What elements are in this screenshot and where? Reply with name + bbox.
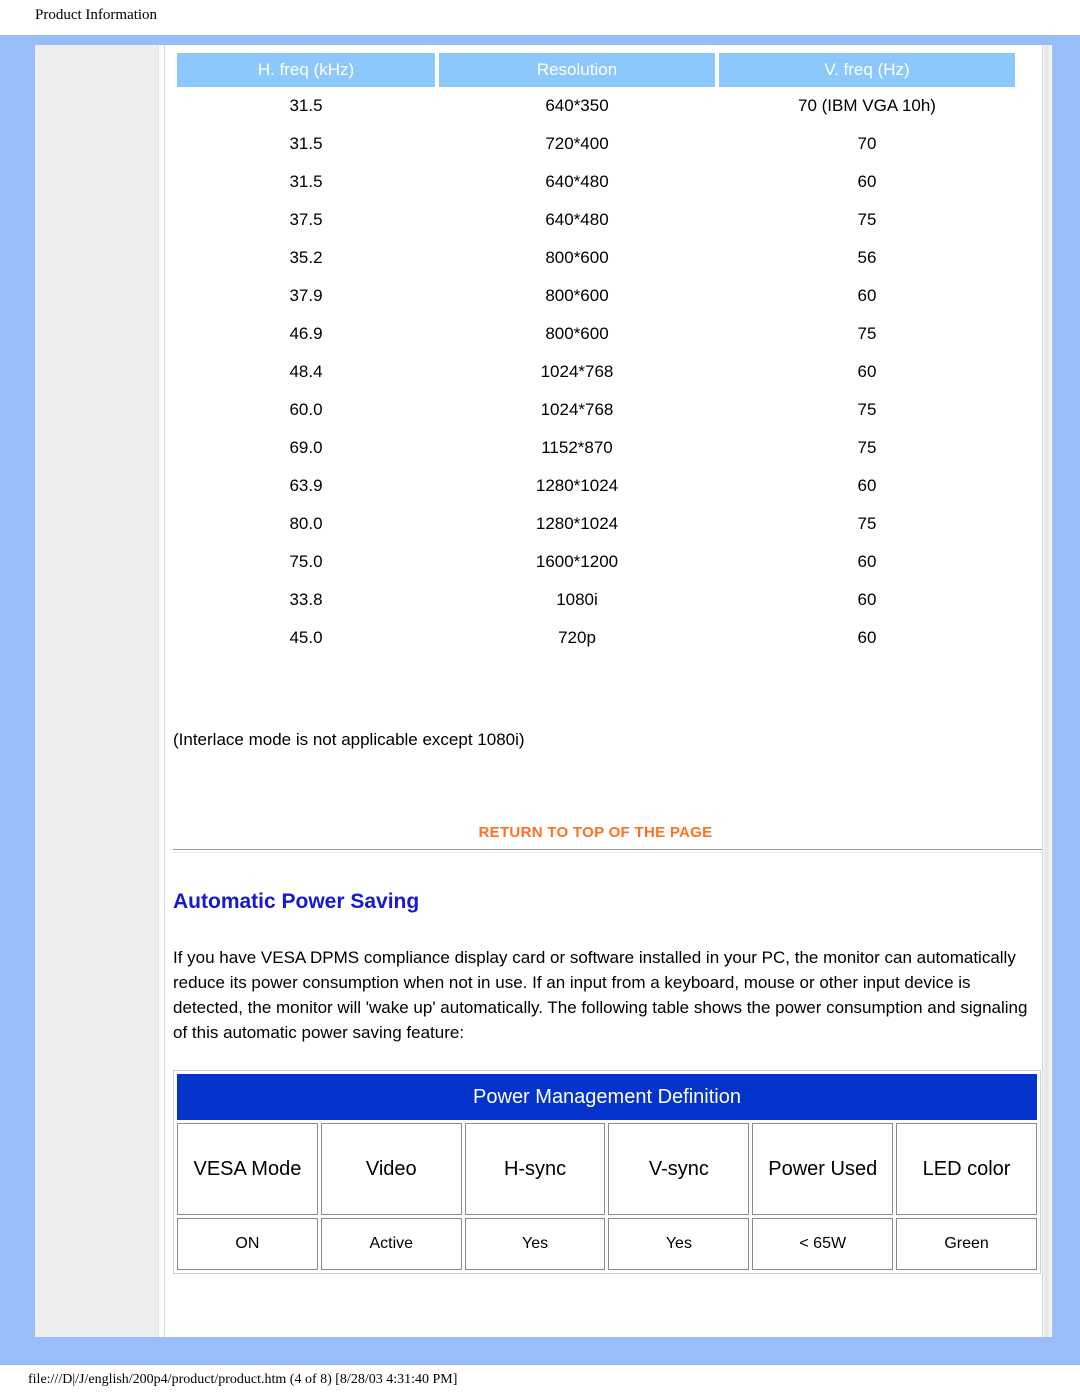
cell-h-freq: 45.0 bbox=[289, 628, 323, 647]
left-navigation-column[interactable] bbox=[35, 45, 158, 1337]
cell-resolution: 800*600 bbox=[545, 324, 609, 343]
page-title: Automatic Power Saving bbox=[173, 890, 420, 913]
pm-cell-power-used: < 65W bbox=[752, 1218, 894, 1270]
table-header-row: H. freq (kHz) Resolution V. freq (Hz) bbox=[177, 53, 1015, 87]
cell-resolution: 640*350 bbox=[545, 96, 609, 115]
cell-resolution: 1280*1024 bbox=[535, 514, 619, 533]
content-pane: H. freq (kHz) Resolution V. freq (Hz) 31… bbox=[165, 45, 1042, 1337]
power-saving-description: If you have VESA DPMS compliance display… bbox=[173, 948, 1028, 1042]
table-row: 80.0 1280*1024 75 bbox=[177, 505, 1015, 543]
nav-content-divider bbox=[158, 45, 165, 1337]
cell-v-freq: 60 bbox=[857, 172, 877, 191]
cell-resolution: 720p bbox=[558, 628, 596, 647]
section-divider bbox=[173, 849, 1042, 853]
column-header-v-freq: V. freq (Hz) bbox=[719, 53, 1015, 87]
table-row: 37.5 640*480 75 bbox=[177, 201, 1015, 239]
timing-table-body: 31.5 640*350 70 (IBM VGA 10h) 31.5 720*4… bbox=[177, 87, 1015, 657]
table-row: 31.5 640*480 60 bbox=[177, 163, 1015, 201]
cell-h-freq: 80.0 bbox=[289, 514, 323, 533]
cell-h-freq: 63.9 bbox=[289, 476, 323, 495]
cell-v-freq: 75 bbox=[857, 438, 877, 457]
pm-cell-v-sync: Yes bbox=[608, 1218, 750, 1270]
table-row: 31.5 720*400 70 bbox=[177, 125, 1015, 163]
cell-v-freq: 60 bbox=[857, 590, 877, 609]
pm-column-header-v-sync: V-sync bbox=[608, 1123, 750, 1215]
document-title: Product Information bbox=[35, 7, 158, 23]
pm-cell-led-color: Green bbox=[896, 1218, 1037, 1270]
cell-v-freq: 60 bbox=[857, 362, 877, 381]
table-row: 37.9 800*600 60 bbox=[177, 277, 1015, 315]
table-row: 31.5 640*350 70 (IBM VGA 10h) bbox=[177, 87, 1015, 125]
cell-h-freq: 31.5 bbox=[289, 172, 323, 191]
table-row: 60.0 1024*768 75 bbox=[177, 391, 1015, 429]
pm-column-header-h-sync: H-sync bbox=[464, 1123, 606, 1215]
pm-cell-video: Active bbox=[320, 1218, 462, 1270]
cell-resolution: 800*600 bbox=[545, 248, 609, 267]
power-management-table: Power Management Definition VESA Mode Vi… bbox=[173, 1070, 1041, 1274]
cell-v-freq: 60 bbox=[857, 628, 877, 647]
cell-h-freq: 75.0 bbox=[289, 552, 323, 571]
cell-resolution: 1080i bbox=[556, 590, 598, 609]
cell-v-freq: 56 bbox=[857, 248, 877, 267]
table-row: 48.4 1024*768 60 bbox=[177, 353, 1015, 391]
table-row: 75.0 1600*1200 60 bbox=[177, 543, 1015, 581]
cell-v-freq: 60 bbox=[857, 476, 877, 495]
pm-header-row: VESA Mode Video H-sync V-sync Power Used… bbox=[177, 1123, 1037, 1215]
interlace-mode-note: (Interlace mode is not applicable except… bbox=[173, 730, 525, 749]
pm-cell-vesa-mode: ON bbox=[177, 1218, 318, 1270]
cell-h-freq: 33.8 bbox=[289, 590, 323, 609]
cell-h-freq: 46.9 bbox=[289, 324, 323, 343]
table-row: 33.8 1080i 60 bbox=[177, 581, 1015, 619]
table-row: 35.2 800*600 56 bbox=[177, 239, 1015, 277]
cell-v-freq: 75 bbox=[857, 210, 877, 229]
cell-v-freq: 75 bbox=[857, 324, 877, 343]
cell-v-freq: 70 (IBM VGA 10h) bbox=[798, 96, 936, 115]
return-to-top-link[interactable]: RETURN TO TOP OF THE PAGE bbox=[173, 824, 1018, 841]
cell-v-freq: 70 bbox=[857, 134, 877, 153]
cell-h-freq: 48.4 bbox=[289, 362, 323, 381]
pm-title-row: Power Management Definition bbox=[177, 1074, 1037, 1120]
vertical-scrollbar[interactable] bbox=[1042, 45, 1052, 1337]
cell-h-freq: 37.5 bbox=[289, 210, 323, 229]
cell-resolution: 1280*1024 bbox=[535, 476, 619, 495]
table-row: 69.0 1152*870 75 bbox=[177, 429, 1015, 467]
pm-column-header-power-used: Power Used bbox=[752, 1123, 894, 1215]
preset-timing-modes-table: H. freq (kHz) Resolution V. freq (Hz) 31… bbox=[173, 53, 1019, 657]
cell-v-freq: 75 bbox=[857, 400, 877, 419]
cell-h-freq: 37.9 bbox=[289, 286, 323, 305]
table-row: 45.0 720p 60 bbox=[177, 619, 1015, 657]
cell-h-freq: 31.5 bbox=[289, 96, 323, 115]
pm-cell-h-sync: Yes bbox=[464, 1218, 606, 1270]
pm-column-header-led-color: LED color bbox=[896, 1123, 1037, 1215]
cell-v-freq: 60 bbox=[857, 286, 877, 305]
column-header-resolution: Resolution bbox=[439, 53, 715, 87]
cell-h-freq: 31.5 bbox=[289, 134, 323, 153]
pm-column-header-vesa-mode: VESA Mode bbox=[177, 1123, 318, 1215]
table-row: 63.9 1280*1024 60 bbox=[177, 467, 1015, 505]
cell-resolution: 1024*768 bbox=[540, 400, 614, 419]
pm-table-title: Power Management Definition bbox=[177, 1074, 1037, 1120]
status-bar: file:///D|/J/english/200p4/product/produ… bbox=[28, 1372, 458, 1387]
cell-h-freq: 35.2 bbox=[289, 248, 323, 267]
cell-resolution: 1600*1200 bbox=[535, 552, 619, 571]
cell-resolution: 720*400 bbox=[545, 134, 609, 153]
cell-v-freq: 60 bbox=[857, 552, 877, 571]
cell-h-freq: 69.0 bbox=[289, 438, 323, 457]
table-row: 46.9 800*600 75 bbox=[177, 315, 1015, 353]
cell-v-freq: 75 bbox=[857, 514, 877, 533]
pm-table-row: ON Active Yes Yes < 65W Green bbox=[177, 1218, 1037, 1270]
cell-resolution: 1024*768 bbox=[540, 362, 614, 381]
pm-column-header-video: Video bbox=[320, 1123, 462, 1215]
cell-resolution: 640*480 bbox=[545, 210, 609, 229]
cell-resolution: 800*600 bbox=[545, 286, 609, 305]
cell-resolution: 640*480 bbox=[545, 172, 609, 191]
column-header-h-freq: H. freq (kHz) bbox=[177, 53, 435, 87]
cell-h-freq: 60.0 bbox=[289, 400, 323, 419]
cell-resolution: 1152*870 bbox=[541, 438, 613, 457]
